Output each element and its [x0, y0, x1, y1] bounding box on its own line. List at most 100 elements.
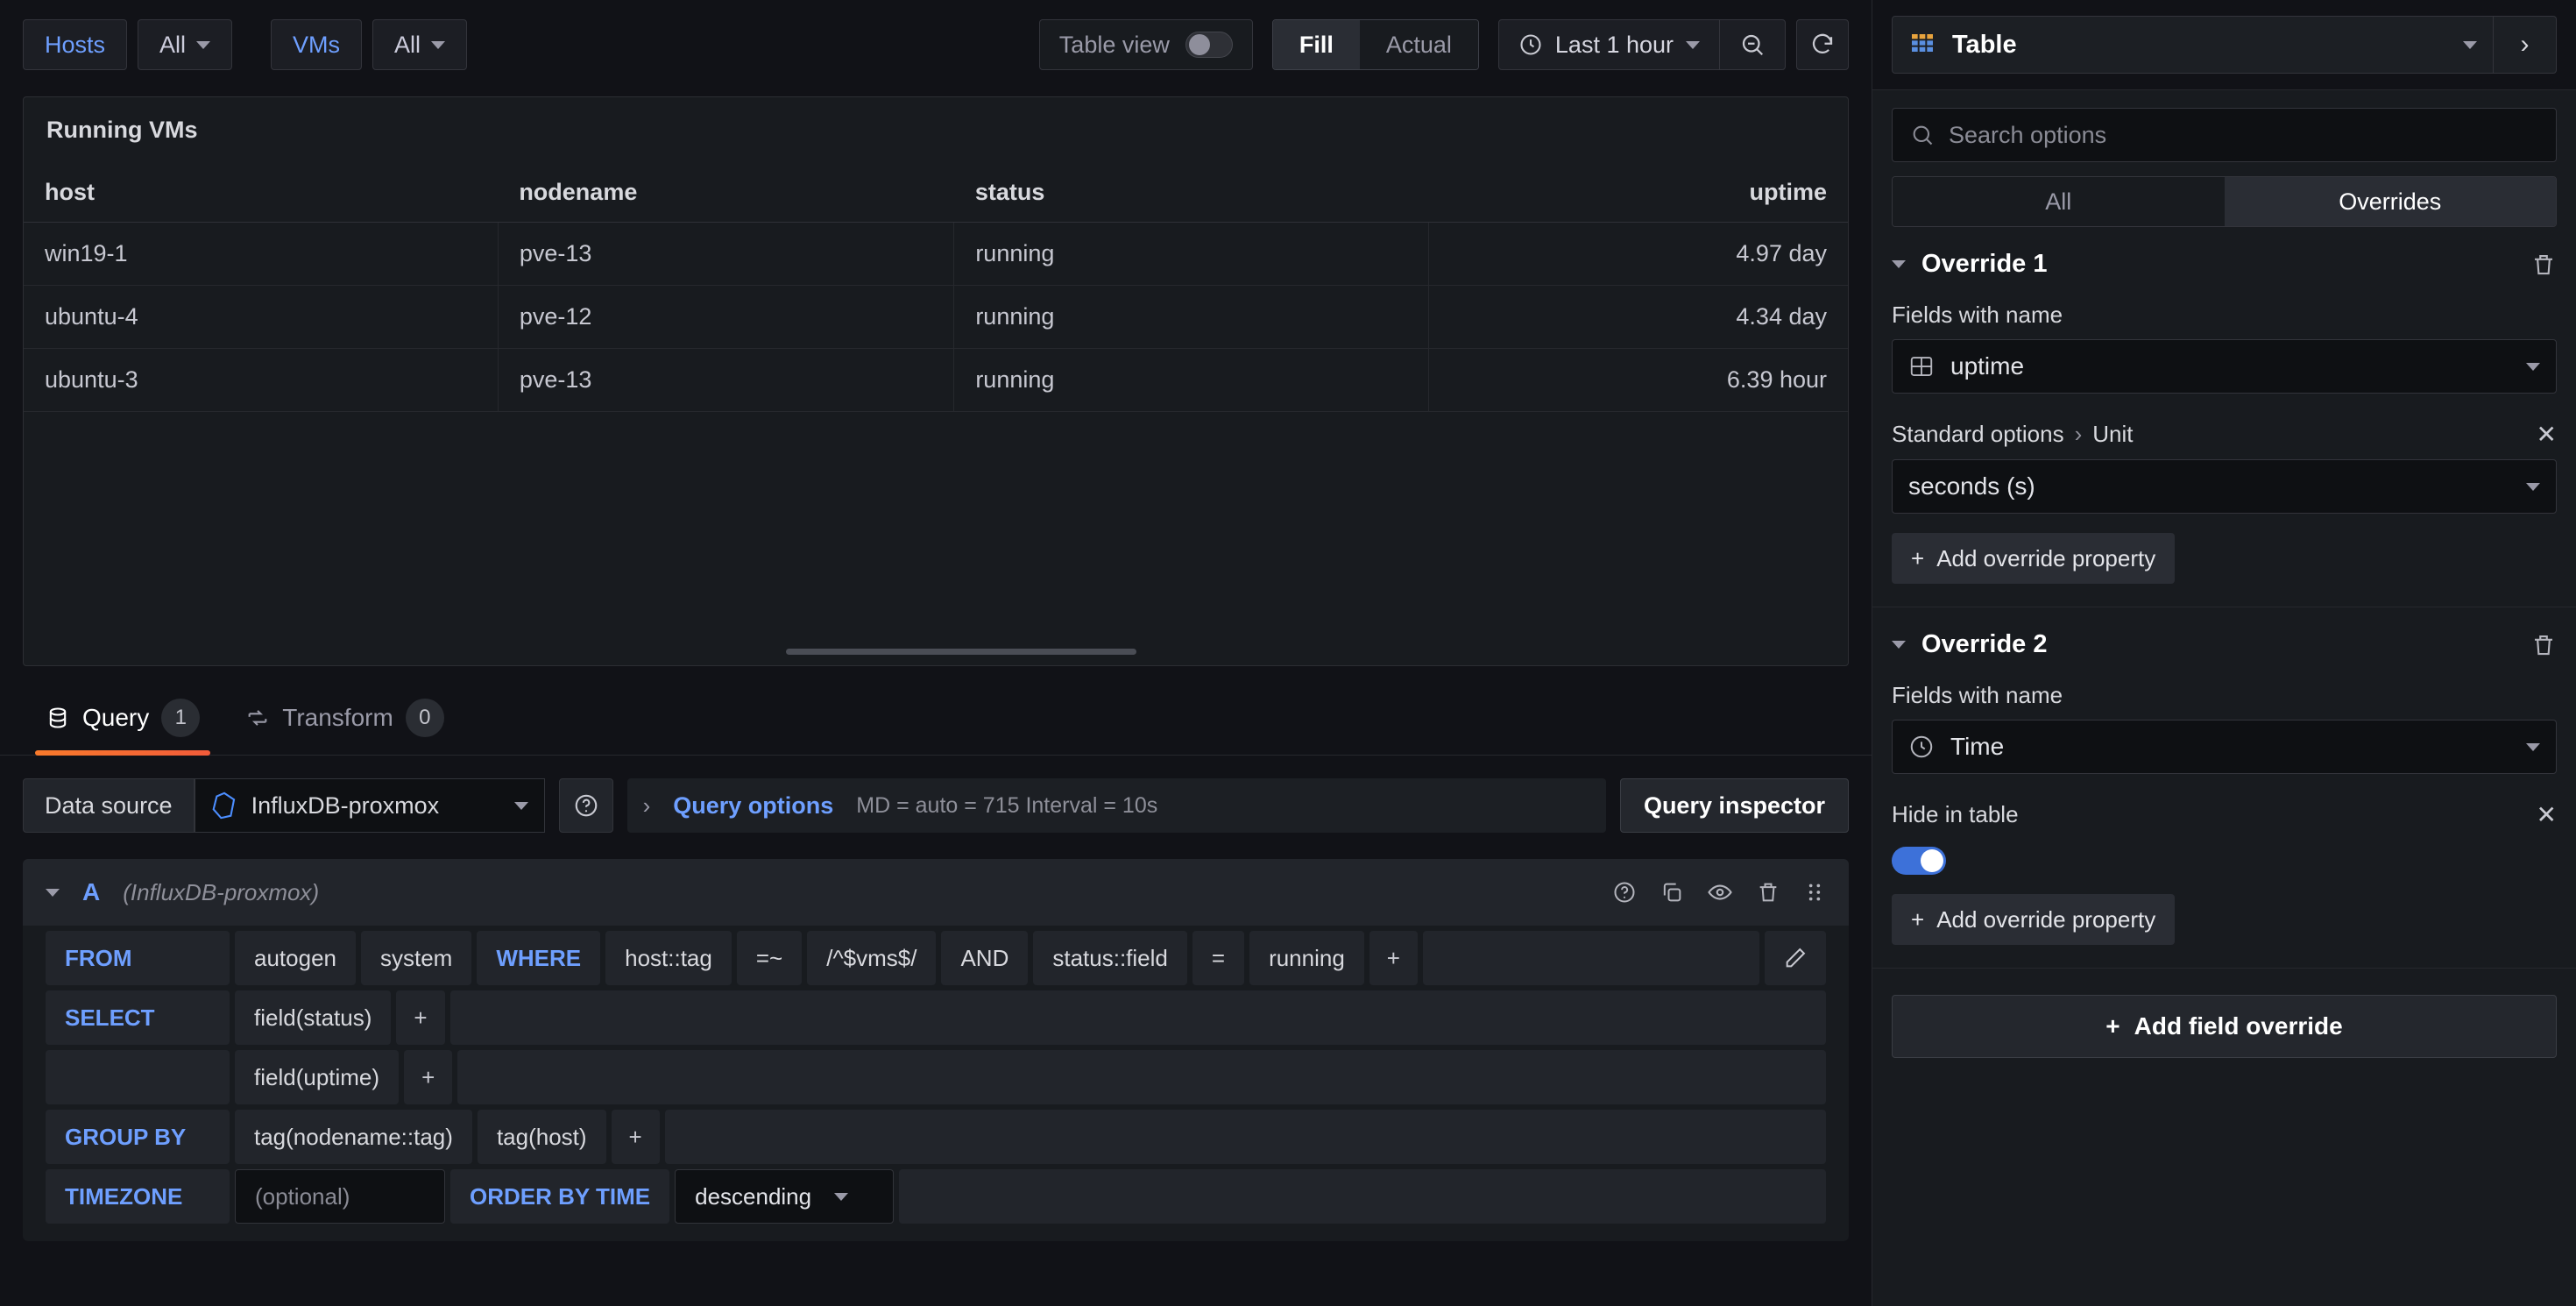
clock-icon: [1908, 734, 1935, 760]
from-measurement[interactable]: system: [360, 931, 472, 985]
override-1-title: Override 1: [1921, 250, 2048, 278]
column-header-host[interactable]: host: [24, 163, 499, 223]
where-tag-key[interactable]: host::tag: [605, 931, 732, 985]
timezone-input[interactable]: (optional): [235, 1169, 445, 1224]
tab-transform[interactable]: Transform 0: [223, 699, 467, 755]
hide-in-table-toggle[interactable]: [1892, 847, 1946, 875]
eye-icon[interactable]: [1707, 879, 1733, 905]
add-field-override-button[interactable]: + Add field override: [1892, 995, 2557, 1058]
query-groupby-row: GROUP BY tag(nodename::tag) tag(host) +: [23, 1104, 1849, 1164]
tab-transform-label: Transform: [282, 704, 393, 731]
tab-all-options[interactable]: All: [1893, 177, 2225, 226]
panel-preview: Running VMs host nodename status uptime …: [23, 96, 1849, 666]
groupby-tag-nodename[interactable]: tag(nodename::tag): [235, 1110, 472, 1164]
select-add-button-2[interactable]: +: [404, 1050, 453, 1104]
search-options-field[interactable]: Search options: [1892, 108, 2557, 162]
orderbytime-keyword: ORDER BY TIME: [450, 1169, 670, 1224]
trash-icon[interactable]: [2530, 252, 2557, 278]
panel-preview-wrapper: Running VMs host nodename status uptime …: [0, 89, 1872, 666]
override-2-add-property-label: Add override property: [1936, 905, 2156, 933]
where-operator[interactable]: =~: [736, 931, 803, 985]
time-range-picker[interactable]: Last 1 hour: [1499, 20, 1719, 69]
trash-icon[interactable]: [1756, 880, 1780, 905]
toggle-text-edit-mode-button[interactable]: [1765, 931, 1826, 985]
chevron-down-icon[interactable]: [1892, 641, 1906, 649]
query-ref-id: A: [82, 878, 101, 905]
cell-host: ubuntu-3: [24, 348, 499, 412]
where-tag-key-2[interactable]: status::field: [1033, 931, 1187, 985]
override-1-add-property-button[interactable]: + Add override property: [1892, 533, 2176, 584]
override-1-field-select[interactable]: uptime: [1892, 339, 2557, 394]
chevron-down-icon[interactable]: [1892, 260, 1906, 268]
help-circle-icon[interactable]: [1612, 880, 1637, 905]
groupby-add-button[interactable]: +: [611, 1110, 660, 1164]
datasource-help-button[interactable]: [558, 778, 613, 833]
override-1: Override 1 Fields with name uptime Stand…: [1872, 227, 2576, 607]
refresh-icon: [1809, 32, 1836, 58]
variable-hosts-select[interactable]: All: [138, 19, 233, 70]
add-field-override-label: Add field override: [2134, 1012, 2343, 1040]
chevron-down-icon[interactable]: [46, 888, 60, 897]
datasource-value: InfluxDB-proxmox: [251, 791, 440, 819]
where-keyword: WHERE: [477, 931, 601, 985]
time-range-value: Last 1 hour: [1554, 31, 1674, 58]
panel-horizontal-scrollbar[interactable]: [786, 649, 1136, 655]
column-header-status[interactable]: status: [953, 163, 1429, 223]
table-view-switch[interactable]: [1185, 32, 1233, 58]
field-icon: [1908, 353, 1935, 380]
override-1-header[interactable]: Override 1: [1892, 227, 2557, 287]
where-value-2[interactable]: running: [1249, 931, 1364, 985]
override-2-title: Override 2: [1921, 630, 2048, 658]
tab-transform-count: 0: [405, 699, 444, 737]
column-header-uptime[interactable]: uptime: [1428, 163, 1848, 223]
copy-icon[interactable]: [1660, 880, 1684, 905]
query-options-meta: MD = auto = 715 Interval = 10s: [856, 792, 1158, 818]
clock-icon: [1518, 32, 1543, 57]
orderbytime-select[interactable]: descending: [675, 1169, 895, 1224]
variable-vms-label[interactable]: VMs: [271, 19, 363, 70]
override-2-field-select[interactable]: Time: [1892, 720, 2557, 774]
variable-hosts-label[interactable]: Hosts: [23, 19, 128, 70]
select-field-status[interactable]: field(status): [235, 990, 392, 1045]
tab-query-label: Query: [82, 704, 150, 731]
override-2-add-property-button[interactable]: + Add override property: [1892, 894, 2176, 945]
tab-query[interactable]: Query 1: [23, 699, 223, 756]
from-retention-policy[interactable]: autogen: [235, 931, 356, 985]
actual-button[interactable]: Actual: [1359, 20, 1478, 69]
override-2-header[interactable]: Override 2: [1892, 607, 2557, 668]
table-view-toggle[interactable]: Table view: [1038, 19, 1253, 70]
refresh-button[interactable]: [1796, 19, 1849, 70]
query-inspector-button[interactable]: Query inspector: [1619, 778, 1849, 833]
collapse-options-pane-button[interactable]: ›: [2494, 16, 2557, 74]
trash-icon[interactable]: [2530, 632, 2557, 658]
influxdb-icon: [211, 791, 237, 820]
chevron-down-icon: [196, 40, 211, 49]
where-operator-2[interactable]: =: [1192, 931, 1245, 985]
override-2: Override 2 Fields with name Time Hide in…: [1872, 607, 2576, 969]
where-value[interactable]: /^$vms$/: [807, 931, 937, 985]
variable-hosts-value: All: [159, 31, 187, 58]
remove-override-property-button[interactable]: ✕: [2537, 800, 2557, 829]
fill-button[interactable]: Fill: [1272, 20, 1360, 69]
pencil-icon: [1783, 946, 1808, 970]
override-1-unit-select[interactable]: seconds (s): [1892, 459, 2557, 514]
override-2-property-header: Hide in table ✕: [1892, 774, 2557, 840]
select-field-uptime[interactable]: field(uptime): [235, 1050, 400, 1104]
variable-vms-select[interactable]: All: [372, 19, 468, 70]
zoom-out-button[interactable]: [1720, 20, 1785, 69]
query-select-row-1: SELECT field(status) +: [23, 985, 1849, 1045]
tab-overrides[interactable]: Overrides: [2224, 177, 2556, 226]
datasource-picker[interactable]: InfluxDB-proxmox: [194, 778, 545, 833]
remove-override-property-button[interactable]: ✕: [2537, 420, 2557, 449]
where-condition-and[interactable]: AND: [941, 931, 1029, 985]
drag-handle-icon[interactable]: [1803, 881, 1826, 904]
groupby-tag-host[interactable]: tag(host): [477, 1110, 606, 1164]
visualization-row: Table ›: [1872, 0, 2576, 74]
tab-query-count: 1: [161, 699, 201, 737]
visualization-picker[interactable]: Table: [1892, 16, 2494, 74]
where-add-button[interactable]: +: [1369, 931, 1418, 985]
override-1-property-name: Unit: [2092, 421, 2134, 447]
column-header-nodename[interactable]: nodename: [498, 163, 954, 223]
query-options-row[interactable]: › Query options MD = auto = 715 Interval…: [626, 778, 1606, 833]
select-add-button-1[interactable]: +: [396, 990, 445, 1045]
